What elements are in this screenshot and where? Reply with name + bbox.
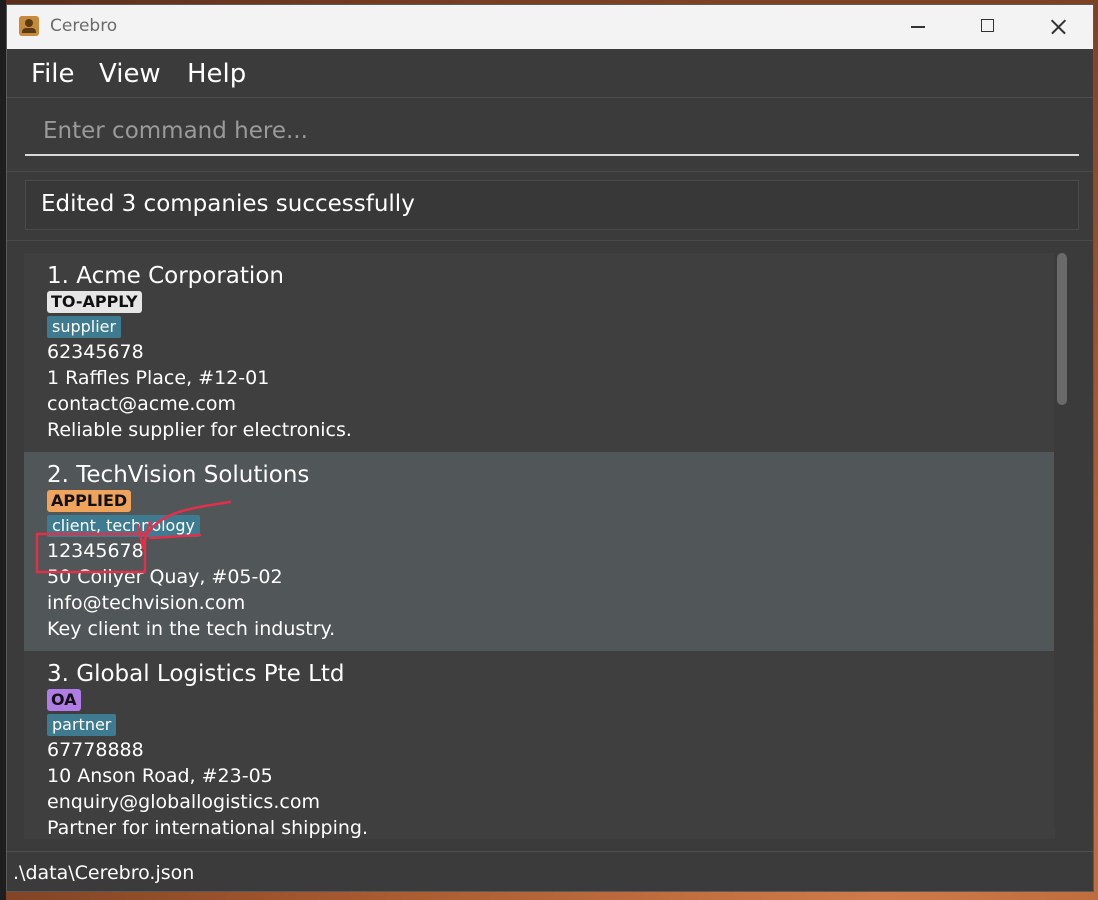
menu-help[interactable]: Help — [187, 59, 246, 89]
company-email: enquiry@globallogistics.com — [47, 791, 320, 813]
company-name: 3. Global Logistics Pte Ltd — [47, 661, 345, 687]
company-email: info@techvision.com — [47, 592, 246, 614]
company-card[interactable]: 3. Global Logistics Pte Ltd OA partner 6… — [24, 651, 1055, 839]
close-icon[interactable] — [1035, 11, 1081, 43]
command-box — [7, 98, 1093, 170]
company-description: Partner for international shipping. — [47, 817, 368, 839]
app-window: Cerebro File View Help Edited 3 companie… — [6, 4, 1094, 892]
menu-bar: File View Help — [7, 49, 1093, 98]
command-input[interactable] — [25, 108, 1079, 156]
scrollbar-thumb[interactable] — [1057, 253, 1067, 405]
company-name: 2. TechVision Solutions — [47, 462, 310, 488]
company-phone: 12345678 — [47, 540, 144, 562]
company-card[interactable]: 1. Acme Corporation TO-APPLY supplier 62… — [24, 253, 1055, 452]
company-address: 1 Raffles Place, #12-01 — [47, 367, 270, 389]
contact-card-icon — [19, 16, 39, 36]
status-badge: APPLIED — [47, 490, 132, 512]
company-name: 1. Acme Corporation — [47, 263, 284, 289]
result-message: Edited 3 companies successfully — [41, 191, 415, 217]
result-display: Edited 3 companies successfully — [7, 171, 1093, 241]
minimize-icon[interactable] — [895, 11, 941, 43]
status-badge: OA — [47, 689, 81, 711]
maximize-icon[interactable] — [965, 11, 1011, 43]
company-description: Reliable supplier for electronics. — [47, 419, 352, 441]
list-scrollbar[interactable] — [1054, 249, 1070, 827]
company-phone: 62345678 — [47, 341, 144, 363]
menu-file[interactable]: File — [31, 59, 75, 89]
menu-view[interactable]: View — [99, 59, 161, 89]
tag-label: client, technology — [47, 515, 200, 537]
save-file-path: .\data\Cerebro.json — [13, 862, 195, 884]
company-address: 50 Collyer Quay, #05-02 — [47, 566, 283, 588]
title-bar[interactable]: Cerebro — [7, 5, 1093, 49]
window-title: Cerebro — [50, 16, 118, 36]
company-list-panel: 1. Acme Corporation TO-APPLY supplier 62… — [7, 241, 1093, 849]
tag-label: supplier — [47, 316, 122, 338]
company-email: contact@acme.com — [47, 393, 237, 415]
company-card-selected[interactable]: 2. TechVision Solutions APPLIED client, … — [24, 452, 1055, 651]
company-address: 10 Anson Road, #23-05 — [47, 765, 273, 787]
result-box: Edited 3 companies successfully — [25, 180, 1079, 230]
company-description: Key client in the tech industry. — [47, 618, 336, 640]
status-bar: .\data\Cerebro.json — [7, 851, 1093, 891]
company-list[interactable]: 1. Acme Corporation TO-APPLY supplier 62… — [24, 253, 1093, 839]
tag-label: partner — [47, 714, 117, 736]
company-phone: 67778888 — [47, 739, 144, 761]
status-badge: TO-APPLY — [47, 291, 142, 313]
